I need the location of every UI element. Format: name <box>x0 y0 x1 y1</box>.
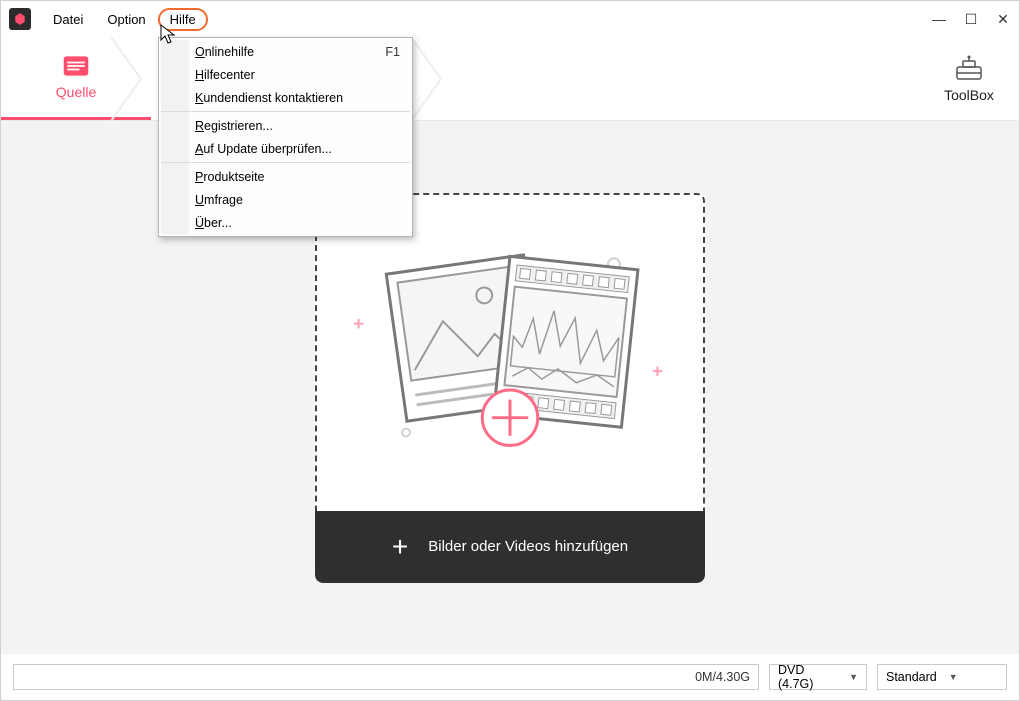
disc-type-select[interactable]: DVD (4.7G) ▼ <box>769 664 867 690</box>
menu-check-update[interactable]: Auf Update überprüfen... <box>189 137 410 160</box>
menu-help[interactable]: Hilfe <box>158 8 208 31</box>
source-icon <box>62 54 90 78</box>
menu-register[interactable]: Registrieren... <box>189 114 410 137</box>
chevron-down-icon: ▼ <box>849 672 858 682</box>
minimize-button[interactable]: — <box>931 11 947 27</box>
help-menu-dropdown: Onlinehilfe Onlinehilfe F1 Hilfecenter K… <box>158 37 413 237</box>
toolbox-label: ToolBox <box>944 87 994 103</box>
app-icon <box>9 8 31 30</box>
menu-contact-support[interactable]: Kundendienst kontaktieren <box>189 86 410 109</box>
menu-file[interactable]: Datei <box>41 8 95 31</box>
dropzone[interactable]: + Bilder oder Videos hinzufügen <box>315 193 705 583</box>
step-chevron-icon <box>411 37 451 121</box>
capacity-text: 0M/4.30G <box>695 670 750 684</box>
toolbox-button[interactable]: ToolBox <box>919 37 1019 120</box>
step-source-label: Quelle <box>56 84 96 100</box>
close-button[interactable]: ✕ <box>995 11 1011 28</box>
menu-separator <box>161 162 410 163</box>
dropzone-illustration <box>317 195 703 510</box>
step-chevron-icon <box>111 37 151 121</box>
toolbox-icon <box>954 55 984 81</box>
menu-about[interactable]: Über... <box>189 211 410 234</box>
menu-online-help[interactable]: Onlinehilfe Onlinehilfe F1 <box>189 40 410 63</box>
menu-help-center[interactable]: Hilfecenter <box>189 63 410 86</box>
shortcut-label: F1 <box>385 45 400 59</box>
disc-type-value: DVD (4.7G) <box>778 663 837 691</box>
menubar: Datei Option Hilfe <box>41 1 208 37</box>
menu-separator <box>161 111 410 112</box>
add-media-label: Bilder oder Videos hinzufügen <box>428 538 628 555</box>
menu-survey[interactable]: Umfrage <box>189 188 410 211</box>
menu-option[interactable]: Option <box>95 8 157 31</box>
quality-value: Standard <box>886 670 937 684</box>
menu-product-page[interactable]: Produktseite <box>189 165 410 188</box>
add-media-button[interactable]: + Bilder oder Videos hinzufügen <box>315 511 705 583</box>
chevron-down-icon: ▼ <box>949 672 958 682</box>
quality-select[interactable]: Standard ▼ <box>877 664 1007 690</box>
plus-icon: + <box>392 531 408 563</box>
maximize-button[interactable]: ☐ <box>963 11 979 28</box>
capacity-indicator: 0M/4.30G <box>13 664 759 690</box>
